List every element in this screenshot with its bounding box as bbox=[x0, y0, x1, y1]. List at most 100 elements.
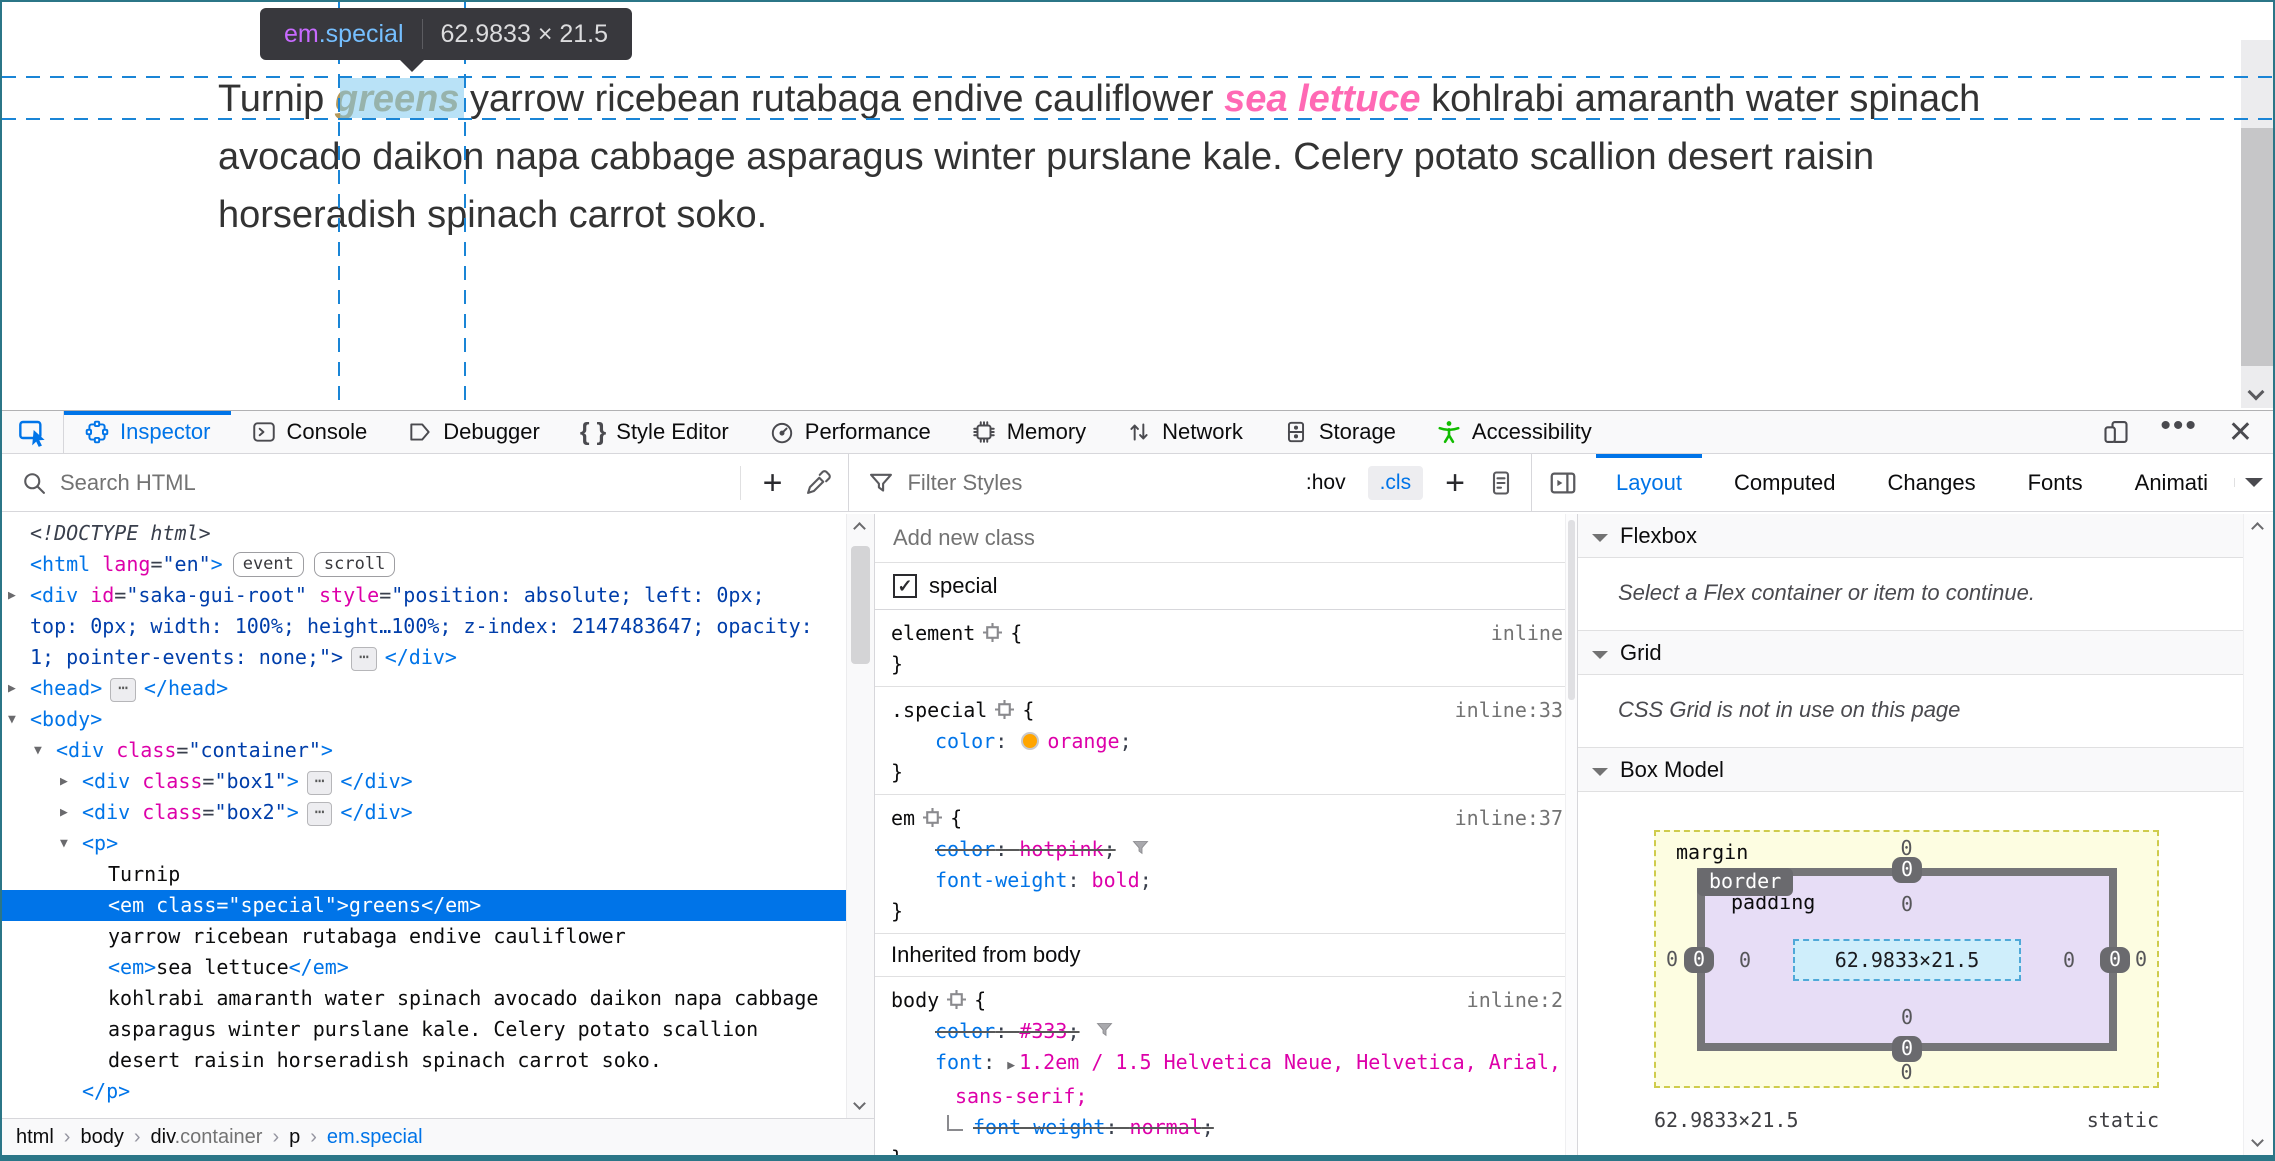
markup-row[interactable]: ▼ <div class="container"> bbox=[2, 735, 846, 766]
margin-right-value[interactable]: 0 bbox=[2135, 947, 2147, 971]
expand-shorthand-icon[interactable]: ▶ bbox=[1007, 1058, 1015, 1073]
pick-element-button[interactable] bbox=[2, 411, 64, 453]
close-devtools-button[interactable]: ✕ bbox=[2228, 415, 2253, 450]
tab-network[interactable]: Network bbox=[1106, 411, 1263, 453]
sidebar-tab-animati[interactable]: Animati bbox=[2109, 454, 2234, 511]
tab-inspector[interactable]: Inspector bbox=[64, 411, 231, 453]
markup-row[interactable]: <!DOCTYPE html> bbox=[2, 518, 846, 549]
tab-performance[interactable]: Performance bbox=[749, 411, 951, 453]
tab-style-editor[interactable]: { } Style Editor bbox=[560, 411, 749, 453]
css-declaration[interactable]: font-weight: normal; bbox=[891, 1112, 1561, 1143]
rules-scrollbar-thumb[interactable] bbox=[1568, 520, 1575, 700]
tab-storage[interactable]: Storage bbox=[1263, 411, 1416, 453]
selector-highlighter-icon[interactable] bbox=[923, 808, 943, 827]
box-model-margin-layer[interactable]: margin 0 0 0 0 border 0 0 0 0 padding 0 … bbox=[1654, 830, 2159, 1088]
toggle-pseudo-classes-button[interactable]: :hov bbox=[1306, 471, 1346, 495]
tab-accessibility[interactable]: Accessibility bbox=[1416, 411, 1612, 453]
rule-selector[interactable]: .special bbox=[891, 698, 987, 722]
class-checkbox[interactable]: ✓ bbox=[893, 574, 917, 598]
scroll-down-arrow-icon[interactable] bbox=[853, 1097, 866, 1110]
markup-row[interactable]: desert raisin horseradish spinach carrot… bbox=[2, 1045, 846, 1076]
rule-location-link[interactable]: inline:37 bbox=[1455, 803, 1563, 834]
css-declaration[interactable]: color: hotpink; bbox=[891, 834, 1561, 865]
rule-location-link[interactable]: inline:2 bbox=[1467, 985, 1563, 1016]
css-declaration[interactable]: font: ▶ 1.2em / 1.5 Helvetica Neue, Helve… bbox=[891, 1047, 1561, 1081]
markup-scrollbar[interactable] bbox=[846, 514, 874, 1118]
rule-selector[interactable]: body bbox=[891, 988, 939, 1012]
border-left-value[interactable]: 0 bbox=[1684, 946, 1715, 973]
expand-arrow-icon[interactable]: ▶ bbox=[8, 673, 16, 704]
breadcrumb-item-em-special[interactable]: em.special bbox=[327, 1126, 423, 1149]
page-scrollbar[interactable] bbox=[2241, 40, 2273, 408]
markup-row[interactable]: asparagus winter purslane kale. Celery p… bbox=[2, 1014, 846, 1045]
padding-left-value[interactable]: 0 bbox=[1739, 948, 1751, 972]
all-tabs-menu-button[interactable] bbox=[2234, 478, 2273, 487]
inline-expander[interactable]: ⋯ bbox=[306, 771, 333, 795]
toggle-classes-button[interactable]: .cls bbox=[1367, 465, 1424, 500]
expand-arrow-icon[interactable]: ▶ bbox=[60, 766, 68, 797]
rules-scrollbar[interactable] bbox=[1565, 514, 1577, 1155]
page-scrollbar-thumb[interactable] bbox=[2241, 128, 2273, 366]
box-model-border-layer[interactable]: border 0 0 0 0 padding 0 0 0 0 62.9833×2… bbox=[1684, 857, 2130, 1062]
expand-arrow-icon[interactable]: ▶ bbox=[60, 797, 68, 828]
markup-scrollbar-thumb[interactable] bbox=[851, 546, 870, 664]
breadcrumb-item-div[interactable]: div.container bbox=[151, 1126, 263, 1149]
search-html-input[interactable]: Search HTML bbox=[60, 470, 728, 496]
padding-top-value[interactable]: 0 bbox=[1901, 892, 1913, 916]
markup-row[interactable]: kohlrabi amaranth water spinach avocado … bbox=[2, 983, 846, 1014]
rule-location-link[interactable]: inline bbox=[1491, 618, 1563, 649]
expand-arrow-icon[interactable]: ▼ bbox=[8, 704, 16, 735]
sidebar-tab-computed[interactable]: Computed bbox=[1708, 454, 1862, 511]
markup-row[interactable]: ▶ <div class="box2"> ⋯ </div> bbox=[2, 797, 846, 828]
boxmodel-section-header[interactable]: Box Model bbox=[1578, 748, 2243, 792]
scroll-up-arrow-icon[interactable] bbox=[853, 522, 866, 535]
markup-row[interactable]: Turnip bbox=[2, 859, 846, 890]
markup-row[interactable]: <html lang="en"> event scroll bbox=[2, 549, 846, 580]
box-model-content-box[interactable]: 62.9833×21.5 bbox=[1793, 938, 2021, 981]
tab-debugger[interactable]: Debugger bbox=[387, 411, 560, 453]
grid-section-header[interactable]: Grid bbox=[1578, 631, 2243, 675]
markup-row[interactable]: ▼ <p> bbox=[2, 828, 846, 859]
markup-row[interactable]: </p> bbox=[2, 1076, 846, 1107]
markup-row[interactable]: ▼ <body> bbox=[2, 704, 846, 735]
css-declaration[interactable]: color: orange; bbox=[891, 726, 1561, 757]
inline-expander[interactable]: ⋯ bbox=[110, 678, 136, 702]
markup-row[interactable]: ▶ <head> ⋯ </head> bbox=[2, 673, 846, 704]
markup-row[interactable]: ▶ <div id="saka-gui-root" style="position… bbox=[2, 580, 846, 611]
selector-highlighter-icon[interactable] bbox=[983, 623, 1003, 642]
markup-row-selected[interactable]: <em class="special">greens</em> bbox=[2, 890, 846, 921]
border-right-value[interactable]: 0 bbox=[2099, 946, 2130, 973]
scroll-down-arrow-icon[interactable] bbox=[2247, 383, 2265, 401]
border-bottom-value[interactable]: 0 bbox=[1891, 1036, 1923, 1062]
expand-arrow-icon[interactable]: ▼ bbox=[34, 735, 42, 766]
inline-expander[interactable]: ⋯ bbox=[306, 802, 333, 826]
expand-arrow-icon[interactable]: ▼ bbox=[60, 828, 68, 859]
inline-expander[interactable]: ⋯ bbox=[351, 647, 377, 671]
breadcrumb-item-html[interactable]: html bbox=[16, 1126, 54, 1149]
selector-highlighter-icon[interactable] bbox=[947, 990, 967, 1009]
breadcrumb-item-body[interactable]: body bbox=[80, 1126, 123, 1149]
scroll-down-arrow-icon[interactable] bbox=[2251, 1134, 2264, 1147]
css-declaration[interactable]: color: #333; bbox=[891, 1016, 1561, 1047]
tab-console[interactable]: Console bbox=[231, 411, 388, 453]
filter-styles-input[interactable]: Filter Styles bbox=[907, 470, 1293, 496]
sidebar-tab-layout[interactable]: Layout bbox=[1590, 454, 1708, 511]
selector-highlighter-icon[interactable] bbox=[995, 700, 1015, 719]
eyedropper-icon[interactable] bbox=[804, 469, 832, 497]
margin-bottom-value[interactable]: 0 bbox=[1900, 1060, 1912, 1084]
rule-selector[interactable]: em bbox=[891, 806, 915, 830]
breadcrumb-item-p[interactable]: p bbox=[289, 1126, 300, 1149]
stylesheet-icon[interactable] bbox=[1487, 469, 1515, 497]
toggle-sidebar-button[interactable] bbox=[1532, 468, 1590, 498]
responsive-design-mode-button[interactable] bbox=[2102, 418, 2130, 446]
add-new-class-input[interactable]: Add new class bbox=[875, 514, 1577, 563]
color-swatch[interactable] bbox=[1021, 732, 1040, 750]
markup-row[interactable]: top: 0px; width: 100%; height…100%; z-in… bbox=[2, 611, 846, 642]
overridden-filter-icon[interactable] bbox=[1094, 1020, 1115, 1041]
rule-location-link[interactable]: inline:33 bbox=[1455, 695, 1563, 726]
flexbox-section-header[interactable]: Flexbox bbox=[1578, 514, 2243, 558]
border-top-value[interactable]: 0 bbox=[1891, 857, 1923, 883]
padding-bottom-value[interactable]: 0 bbox=[1901, 1005, 1913, 1029]
rule-selector[interactable]: element bbox=[891, 621, 975, 645]
markup-row[interactable]: 1; pointer-events: none;"> ⋯ </div> bbox=[2, 642, 846, 673]
